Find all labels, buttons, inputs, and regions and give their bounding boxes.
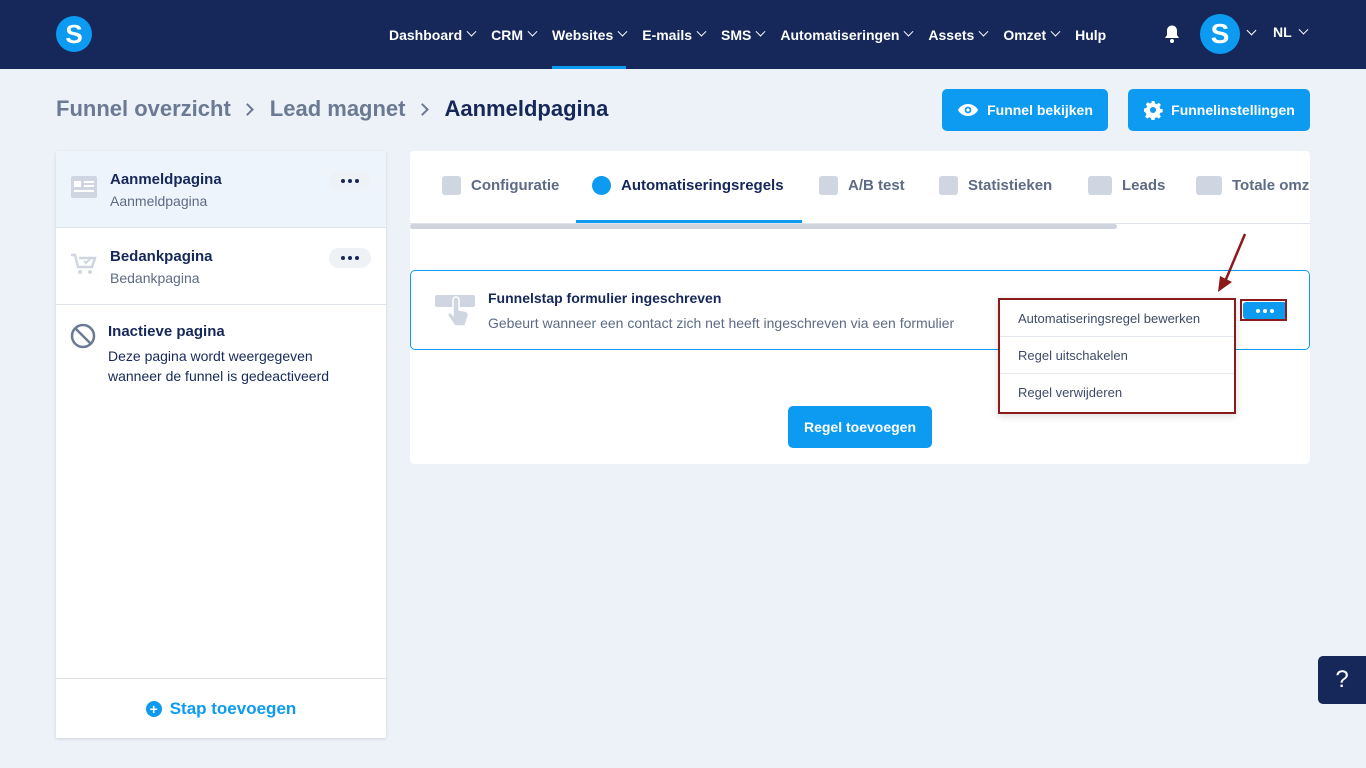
language-label: NL [1273, 24, 1292, 40]
eye-icon [958, 104, 979, 116]
breadcrumb-funnel-overzicht[interactable]: Funnel overzicht [56, 96, 231, 122]
add-rule-button[interactable]: Regel toevoegen [788, 406, 932, 448]
nav-item-crm[interactable]: CRM [491, 0, 538, 69]
tab-label: A/B test [848, 177, 905, 194]
step-title: Aanmeldpagina [110, 171, 222, 188]
brand-logo[interactable]: S [56, 16, 92, 52]
split-icon [819, 176, 838, 195]
inactive-page-description: Deze pagina wordt weergegeven wanneer de… [108, 348, 330, 384]
nav-item-dashboard[interactable]: Dashboard [389, 0, 477, 69]
nav-label: Omzet [1003, 26, 1047, 43]
help-button[interactable]: ? [1318, 656, 1366, 704]
user-avatar[interactable]: S [1200, 14, 1240, 54]
tab-label: Automatiseringsregels [621, 177, 784, 194]
cart-check-icon [71, 253, 97, 274]
breadcrumb: Funnel overzicht Lead magnet Aanmeldpagi… [56, 96, 608, 122]
chevron-down-icon [755, 26, 766, 37]
add-step-button[interactable]: + Stap toevoegen [56, 678, 386, 738]
step-bedankpagina[interactable]: Bedankpagina Bedankpagina [56, 228, 386, 305]
tab-leads[interactable]: Leads [1088, 176, 1165, 195]
nav-item-hulp[interactable]: Hulp [1075, 0, 1106, 69]
bar-chart-icon [939, 176, 958, 195]
nav-label: E-mails [642, 26, 693, 43]
form-hand-icon [435, 295, 475, 327]
nav-item-sms[interactable]: SMS [721, 0, 766, 69]
tab-automatiseringsregels[interactable]: Automatiseringsregels [592, 176, 784, 195]
annotation-highlight-button [1240, 299, 1287, 321]
breadcrumb-current: Aanmeldpagina [444, 96, 609, 121]
nav-label: Dashboard [389, 26, 463, 43]
bell-icon[interactable] [1163, 24, 1181, 44]
chevron-down-icon [466, 26, 477, 37]
funnel-settings-button[interactable]: Funnelinstellingen [1128, 89, 1310, 131]
chevron-down-icon [1298, 24, 1309, 35]
view-funnel-button[interactable]: Funnel bekijken [942, 89, 1108, 131]
nav-label: Websites [552, 26, 614, 43]
form-page-icon [71, 176, 97, 198]
step-subtitle: Aanmeldpagina [110, 193, 208, 209]
chevron-down-icon [696, 26, 707, 37]
nav-label: Automatiseringen [780, 26, 900, 43]
language-selector[interactable]: NL [1273, 24, 1309, 40]
chevron-down-icon [1050, 26, 1061, 37]
inactive-page-title: Inactieve pagina [108, 323, 225, 340]
nav-label: Hulp [1075, 26, 1107, 43]
tab-totale-omzet[interactable]: Totale omz [1196, 176, 1309, 195]
top-navbar: S Dashboard CRM Websites E-mails SMS Aut… [0, 0, 1366, 69]
tab-statistieken[interactable]: Statistieken [939, 176, 1052, 195]
sliders-icon [442, 176, 461, 195]
funnel-settings-label: Funnelinstellingen [1171, 102, 1295, 118]
chevron-right-icon [415, 102, 429, 116]
rule-title: Funnelstap formulier ingeschreven [488, 290, 722, 306]
step-title: Bedankpagina [110, 248, 213, 265]
tab-label: Statistieken [968, 177, 1053, 194]
nav-item-websites[interactable]: Websites [552, 0, 628, 69]
prohibited-icon [70, 323, 96, 349]
inactive-page-item[interactable]: Inactieve pagina Deze pagina wordt weerg… [56, 306, 386, 396]
tab-label: Totale omz [1232, 177, 1310, 194]
annotation-arrow-icon [1218, 233, 1247, 292]
main-nav: Dashboard CRM Websites E-mails SMS Autom… [389, 0, 1122, 69]
add-step-label: Stap toevoegen [169, 698, 297, 718]
nav-item-emails[interactable]: E-mails [642, 0, 707, 69]
tab-ab-test[interactable]: A/B test [819, 176, 905, 195]
chevron-right-icon [240, 102, 254, 116]
tabs-scrollbar[interactable] [410, 224, 1117, 229]
dollar-icon [1196, 176, 1222, 195]
chevron-down-icon [903, 26, 914, 37]
plus-circle-icon: + [145, 700, 162, 717]
nav-label: CRM [491, 26, 524, 43]
nav-label: SMS [721, 26, 752, 43]
chevron-down-icon [978, 26, 989, 37]
chevron-down-icon[interactable] [1246, 25, 1257, 36]
nav-item-omzet[interactable]: Omzet [1003, 0, 1061, 69]
step-aanmeldpagina[interactable]: Aanmeldpagina Aanmeldpagina [56, 151, 386, 228]
gear-icon [1144, 101, 1163, 120]
users-icon [1088, 176, 1112, 195]
annotation-highlight-menu [998, 298, 1236, 414]
view-funnel-label: Funnel bekijken [987, 102, 1093, 118]
nav-item-assets[interactable]: Assets [928, 0, 989, 69]
funnel-steps-sidebar: Aanmeldpagina Aanmeldpagina Bedankpagina… [56, 151, 386, 738]
step-options-button[interactable] [329, 248, 371, 268]
active-tab-indicator [576, 220, 802, 223]
tab-configuratie[interactable]: Configuratie [442, 176, 559, 195]
nav-item-automatiseringen[interactable]: Automatiseringen [780, 0, 914, 69]
add-rule-label: Regel toevoegen [803, 419, 917, 435]
step-options-button[interactable] [329, 171, 371, 191]
breadcrumb-lead-magnet[interactable]: Lead magnet [270, 96, 406, 122]
tab-label: Configuratie [471, 177, 560, 194]
chevron-down-icon [527, 26, 538, 37]
rule-description: Gebeurt wanneer een contact zich net hee… [488, 315, 955, 331]
tab-label: Leads [1122, 177, 1166, 194]
chevron-down-icon [617, 26, 628, 37]
tab-bar: Configuratie Automatiseringsregels A/B t… [410, 151, 1310, 224]
bolt-icon [592, 176, 611, 195]
nav-label: Assets [928, 26, 975, 43]
step-subtitle: Bedankpagina [110, 270, 200, 286]
